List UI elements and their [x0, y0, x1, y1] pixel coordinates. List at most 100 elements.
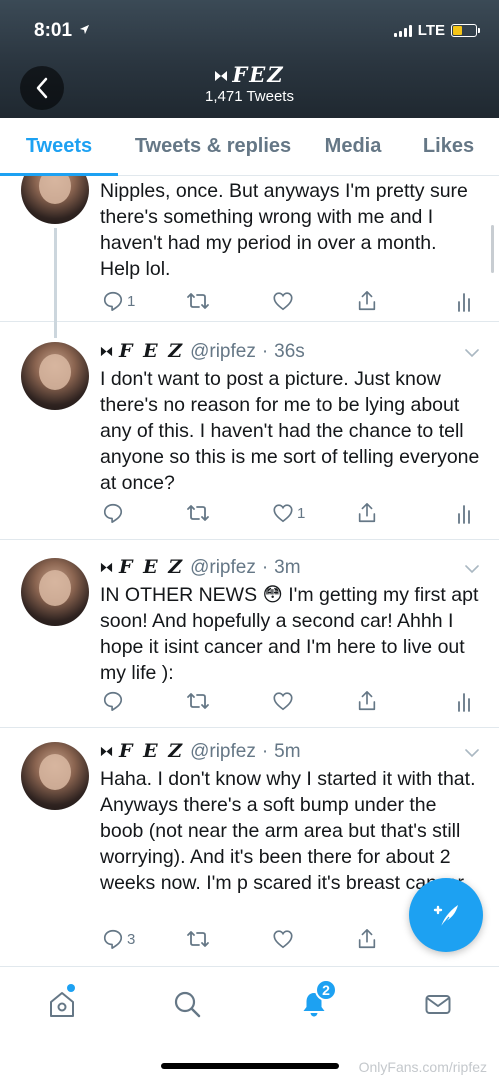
- bow-icon: [100, 562, 113, 573]
- chevron-down-icon[interactable]: [465, 346, 479, 360]
- reply-button[interactable]: 3: [102, 928, 135, 950]
- retweet-icon: [187, 293, 209, 309]
- analytics-icon: [458, 693, 470, 712]
- reply-icon: [103, 929, 123, 949]
- tweet-text: Haha. I don't know why I started it with…: [100, 768, 476, 894]
- heart-icon: [273, 692, 293, 711]
- share-icon: [358, 691, 376, 711]
- like-count: 1: [297, 504, 306, 522]
- nav-notifications[interactable]: 2: [297, 979, 337, 1021]
- tab-likes[interactable]: Likes: [398, 118, 499, 175]
- tweet-handle[interactable]: @ripfez: [190, 341, 256, 363]
- timeline[interactable]: Nipples, once. But anyways I'm pretty su…: [0, 176, 499, 966]
- search-icon: [174, 991, 201, 1018]
- tweet-time: 5m: [274, 741, 301, 762]
- profile-name: FEZ: [0, 62, 499, 87]
- tweet-actions: [98, 690, 478, 716]
- share-icon: [358, 503, 376, 523]
- battery-icon: [451, 24, 480, 37]
- analytics-button[interactable]: [456, 690, 472, 712]
- reply-button[interactable]: [102, 690, 127, 712]
- share-icon: [358, 291, 376, 311]
- tweet-header: F E Z @ripfez · 36s: [100, 340, 305, 363]
- retweet-icon: [187, 505, 209, 521]
- tweet-text: I don't want to post a picture. Just kno…: [100, 368, 480, 494]
- tweet[interactable]: Nipples, once. But anyways I'm pretty su…: [0, 176, 499, 338]
- watermark-text: OnlyFans.com/ripfez: [358, 1059, 487, 1075]
- tweet-handle[interactable]: @ripfez: [190, 557, 256, 579]
- new-content-dot: [67, 984, 75, 992]
- chevron-down-icon[interactable]: [465, 562, 479, 576]
- retweet-button[interactable]: [186, 502, 210, 524]
- signal-icon: [393, 24, 412, 37]
- share-icon: [358, 929, 376, 949]
- tab-tweets-replies[interactable]: Tweets & replies: [118, 118, 308, 175]
- reply-icon: [103, 691, 123, 711]
- tweet-header: F E Z @ripfez · 3m: [100, 556, 301, 579]
- bow-icon: [215, 71, 228, 81]
- like-button[interactable]: [272, 690, 297, 712]
- notifications-badge: 2: [315, 979, 337, 1001]
- avatar[interactable]: [21, 558, 89, 626]
- reply-icon: [103, 503, 123, 523]
- tweet[interactable]: F E Z @ripfez · 3m IN OTHER NEWS 😳 I'm g…: [0, 540, 499, 728]
- tweet-handle[interactable]: @ripfez: [190, 741, 256, 763]
- tweet-author-name[interactable]: F E Z: [119, 556, 184, 578]
- tweet-time: 36s: [274, 341, 305, 362]
- tab-media[interactable]: Media: [308, 118, 398, 175]
- like-button[interactable]: 1: [272, 502, 305, 524]
- reply-count: 3: [127, 930, 136, 948]
- heart-icon: [273, 930, 293, 949]
- share-button[interactable]: [356, 290, 378, 312]
- mail-icon: [425, 995, 451, 1014]
- reply-button[interactable]: 1: [102, 290, 135, 312]
- scrollbar[interactable]: [491, 225, 494, 273]
- chevron-down-icon[interactable]: [465, 746, 479, 760]
- reply-button[interactable]: [102, 502, 127, 524]
- analytics-button[interactable]: [456, 290, 472, 312]
- retweet-button[interactable]: [186, 928, 210, 950]
- network-label: LTE: [417, 22, 445, 39]
- retweet-icon: [187, 931, 209, 947]
- tweet-text: IN OTHER NEWS 😳 I'm getting my first apt…: [100, 584, 479, 684]
- share-button[interactable]: [356, 928, 378, 950]
- tab-tweets[interactable]: Tweets: [0, 118, 118, 176]
- reply-icon: [103, 291, 123, 311]
- retweet-button[interactable]: [186, 290, 210, 312]
- home-icon: [50, 992, 74, 1017]
- tweet-actions: 1: [98, 502, 478, 528]
- analytics-button[interactable]: [456, 502, 472, 524]
- share-button[interactable]: [356, 502, 378, 524]
- location-arrow-icon: [80, 24, 90, 35]
- heart-icon: [273, 292, 293, 311]
- home-indicator[interactable]: [161, 1063, 339, 1069]
- bow-icon: [100, 346, 113, 357]
- nav-home[interactable]: [45, 984, 79, 1021]
- avatar[interactable]: [21, 176, 89, 224]
- like-button[interactable]: [272, 290, 297, 312]
- reply-count: 1: [127, 292, 136, 310]
- avatar[interactable]: [21, 742, 89, 810]
- bow-icon: [100, 746, 113, 757]
- tweet-author-name[interactable]: F E Z: [119, 340, 184, 362]
- tweet-header: F E Z @ripfez · 5m: [100, 740, 301, 763]
- tweet-author-name[interactable]: F E Z: [119, 740, 184, 762]
- tweet-actions: 1: [98, 290, 478, 316]
- compose-feather-icon: [433, 905, 458, 928]
- tweet[interactable]: F E Z @ripfez · 36s I don't want to post…: [0, 322, 499, 540]
- nav-search[interactable]: [170, 987, 204, 1021]
- retweet-icon: [187, 693, 209, 709]
- nav-messages[interactable]: [421, 987, 455, 1021]
- profile-tabs: Tweets Tweets & replies Media Likes: [0, 118, 499, 176]
- heart-icon: [273, 504, 293, 523]
- like-button[interactable]: [272, 928, 297, 950]
- tweet-text: Nipples, once. But anyways I'm pretty su…: [100, 180, 468, 280]
- tweet-time: 3m: [274, 557, 301, 578]
- tweet-count: 1,471 Tweets: [205, 88, 294, 105]
- compose-tweet-button[interactable]: [409, 878, 483, 952]
- bottom-nav: 2 OnlyFans.com/ripfez: [0, 966, 499, 1080]
- analytics-icon: [458, 293, 470, 312]
- share-button[interactable]: [356, 690, 378, 712]
- retweet-button[interactable]: [186, 690, 210, 712]
- avatar[interactable]: [21, 342, 89, 410]
